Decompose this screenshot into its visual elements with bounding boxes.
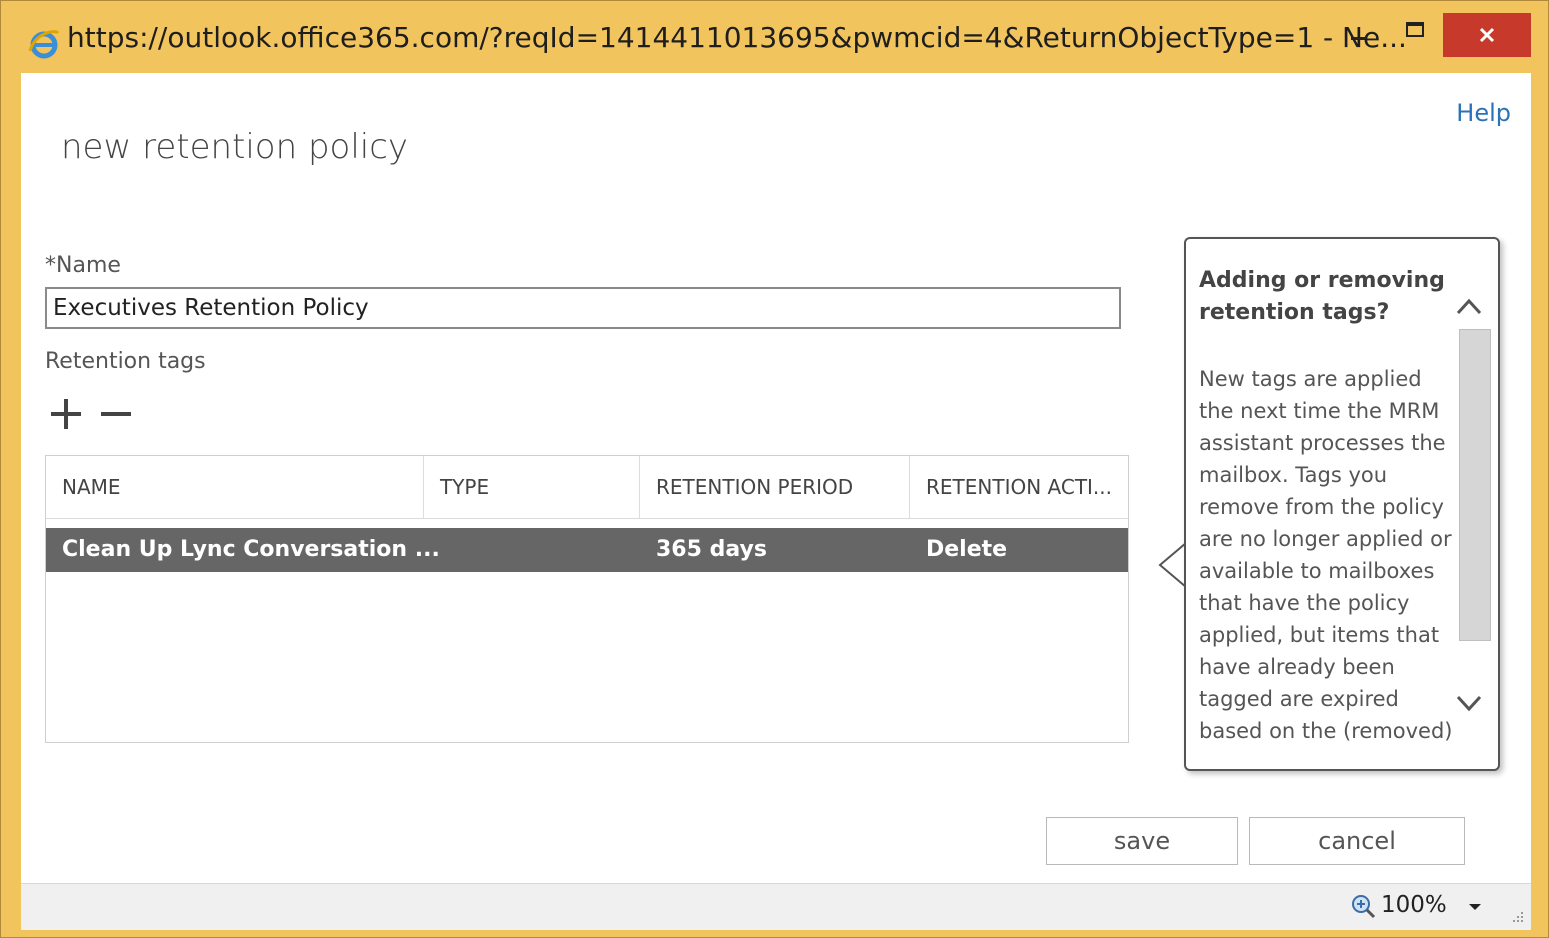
column-header-name[interactable]: NAME: [46, 456, 424, 518]
zoom-magnifier-icon[interactable]: [1351, 894, 1377, 920]
chevron-up-icon[interactable]: [1454, 295, 1484, 319]
info-callout: Adding or removing retention tags? New t…: [1184, 237, 1500, 771]
name-input[interactable]: [45, 287, 1121, 329]
row-period-cell: 365 days: [656, 537, 767, 562]
callout-body: New tags are applied the next time the M…: [1199, 367, 1453, 743]
table-header: NAME TYPE RETENTION PERIOD RETENTION ACT…: [46, 456, 1128, 519]
name-field-label: *Name: [45, 253, 121, 278]
window-title: https://outlook.office365.com/?reqId=141…: [67, 21, 1407, 54]
dialog-content: Help new retention policy *Name Retentio…: [21, 73, 1531, 883]
retention-tags-table: NAME TYPE RETENTION PERIOD RETENTION ACT…: [45, 455, 1129, 743]
close-button[interactable]: [1443, 13, 1531, 57]
help-link[interactable]: Help: [1456, 99, 1511, 127]
zoom-level[interactable]: 100%: [1381, 892, 1447, 918]
scrollbar-thumb[interactable]: [1459, 329, 1491, 641]
maximize-button[interactable]: [1393, 13, 1437, 53]
status-bar: 100%: [21, 883, 1531, 930]
zoom-dropdown-icon[interactable]: [1467, 902, 1483, 912]
save-button[interactable]: save: [1046, 817, 1238, 865]
internet-explorer-icon: [28, 30, 60, 59]
browser-window: https://outlook.office365.com/?reqId=141…: [0, 0, 1549, 938]
minimize-button[interactable]: [1337, 13, 1381, 53]
row-action-cell: Delete: [926, 537, 1008, 562]
callout-title: Adding or removing retention tags?: [1199, 268, 1445, 325]
retention-tags-label: Retention tags: [45, 349, 206, 374]
column-header-retention-action[interactable]: RETENTION ACTI...: [910, 456, 1128, 518]
title-bar: https://outlook.office365.com/?reqId=141…: [1, 1, 1548, 73]
chevron-down-icon[interactable]: [1454, 691, 1484, 715]
resize-grip-icon[interactable]: [1511, 910, 1525, 924]
column-header-type[interactable]: TYPE: [424, 456, 640, 518]
plus-icon[interactable]: [47, 395, 85, 433]
page-title: new retention policy: [61, 127, 409, 167]
column-header-retention-period[interactable]: RETENTION PERIOD: [640, 456, 910, 518]
table-row[interactable]: Clean Up Lync Conversation ... 365 days …: [46, 528, 1128, 572]
row-name-cell: Clean Up Lync Conversation ...: [62, 537, 440, 562]
cancel-button[interactable]: cancel: [1249, 817, 1465, 865]
minus-icon[interactable]: [97, 395, 135, 433]
